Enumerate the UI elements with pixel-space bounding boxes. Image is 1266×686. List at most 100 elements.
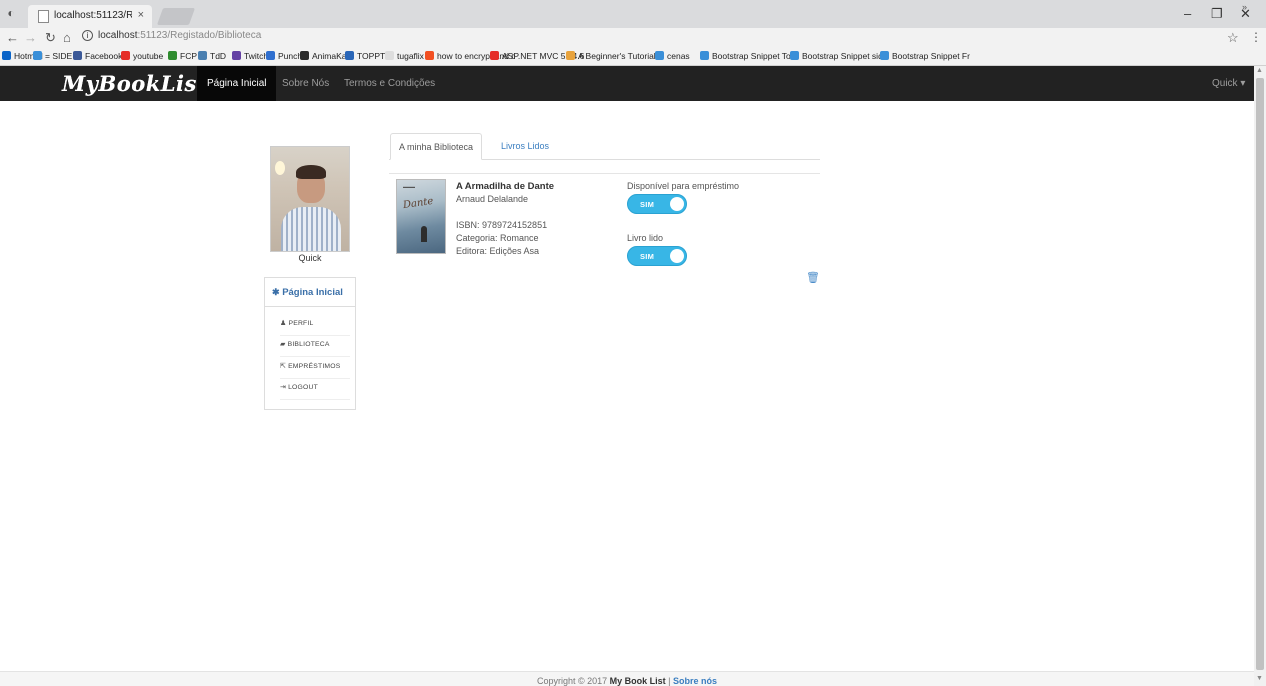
sidebar-item-emprestimos[interactable]: ⇱ EMPRÉSTIMOS [280,358,350,379]
bookmark-item[interactable]: Bootstrap Snippet Fr [880,51,970,61]
bookmark-favicon-icon [33,51,42,60]
sidebar-item-label: LOGOUT [288,384,318,391]
minimize-icon[interactable]: – [1184,6,1191,21]
reload-icon[interactable]: ↻ [45,30,56,46]
bookmark-item[interactable]: TdD [198,51,226,61]
scroll-down-icon[interactable]: ▼ [1256,675,1263,682]
nav-home[interactable]: Página Inicial [197,66,277,101]
tab-livros-lidos[interactable]: Livros Lidos [493,133,557,160]
book-cover[interactable]: ▬▬▬ Dante [396,179,446,254]
close-tab-icon[interactable]: × [138,9,144,21]
bookmark-item[interactable]: youtube [121,51,163,61]
bookmark-label: TdD [210,51,227,61]
bookmark-star-icon[interactable]: ☆ [1227,30,1239,46]
bookmark-favicon-icon [490,51,499,60]
bookmark-label: FCP [180,51,197,61]
incognito-icon: ◐ [7,6,15,20]
toggle-knob [670,249,684,263]
loan-available-toggle[interactable]: SIM [627,194,687,214]
footer-site-name: My Book List [609,676,666,686]
loan-toggle-text: SIM [640,200,655,209]
book-icon: ▰ [280,341,286,348]
home-icon: ✱ [272,287,280,297]
sidebar-heading[interactable]: ✱ Página Inicial [265,278,355,307]
url-path: :51123/Registado/Biblioteca [137,30,262,41]
bookmark-item[interactable]: Punch [266,51,302,61]
page-favicon-icon [38,10,49,23]
profile-photo [270,146,350,252]
bookmark-label: Punch [278,51,303,61]
bookmark-favicon-icon [655,51,664,60]
scroll-up-icon[interactable]: ▲ [1256,67,1263,74]
bookmark-item[interactable]: Twitch [232,51,268,61]
bookmarks-overflow-icon[interactable]: » [1242,2,1247,12]
site-navbar: MyBookList Página Inicial Sobre Nós Term… [0,66,1254,101]
bookmark-item[interactable]: Bootstrap Snippet To [700,51,791,61]
bookmark-label: A Beginner's Tutorial [578,51,656,61]
bookmark-favicon-icon [700,51,709,60]
url-field[interactable]: i localhost:51123/Registado/Biblioteca [82,30,261,41]
forward-icon[interactable]: → [24,30,37,45]
profile-name: Quick [298,253,322,263]
bookmark-item[interactable]: cenas [655,51,690,61]
bookmark-label: Bootstrap Snippet Fr [892,51,970,61]
footer-copyright: Copyright © 2017 [536,676,608,686]
bookmark-label: TOPPT [357,51,386,61]
maximize-icon[interactable]: ❐ [1211,6,1223,22]
sidebar-panel: ✱ Página Inicial ♟ PERFIL ▰ BIBLIOTECA ⇱ EM… [264,277,356,410]
delete-book-icon[interactable]: 🗑 [806,271,820,284]
sidebar-item-label: PERFIL [288,320,314,327]
logout-icon: ⇥ [280,384,287,391]
nav-about[interactable]: Sobre Nós [282,66,329,101]
bookmark-item[interactable]: Bootstrap Snippet sid [790,51,883,61]
sidebar-item-biblioteca[interactable]: ▰ BIBLIOTECA [280,336,350,357]
back-icon[interactable]: ← [6,30,19,45]
new-tab-button[interactable] [156,8,196,25]
footer-separator: | [668,676,671,686]
bookmark-item[interactable]: tugaflix [385,51,424,61]
book-title: A Armadilha de Dante [456,181,555,192]
book-isbn: ISBN: 9789724152851 [456,220,548,230]
share-icon: ⇱ [280,363,287,370]
info-icon[interactable]: i [82,30,93,41]
sidebar-item-perfil[interactable]: ♟ PERFIL [280,315,350,336]
toggle-knob [670,197,684,211]
bookmark-label: cenas [667,51,690,61]
user-menu-dropdown[interactable]: Quick ▾ [1212,66,1245,101]
home-icon[interactable]: ⌂ [63,30,71,45]
bookmark-item[interactable]: TOPPT [345,51,385,61]
bookmark-label: Twitch [244,51,269,61]
bookmark-item[interactable]: FCP [168,51,197,61]
bookmark-favicon-icon [266,51,275,60]
tab-minha-biblioteca[interactable]: A minha Biblioteca [390,133,483,160]
sidebar-item-label: BIBLIOTECA [287,341,330,348]
bookmark-favicon-icon [73,51,82,60]
bookmark-favicon-icon [168,51,177,60]
browser-tab-strip: ◐ localhost:51123/Registad × – ❐ ✕ [0,0,1266,28]
bookmark-favicon-icon [880,51,889,60]
book-read-toggle[interactable]: SIM [627,246,687,266]
read-toggle-text: SIM [640,252,655,261]
browser-tab[interactable]: localhost:51123/Registad × [28,5,152,28]
bookmark-label: AnimaKai [312,51,349,61]
bookmark-item[interactable]: A Beginner's Tutorial [566,51,656,61]
bookmark-favicon-icon [790,51,799,60]
loan-available-label: Disponível para empréstimo [627,181,740,191]
site-logo[interactable]: MyBookList [62,71,207,96]
book-publisher: Editora: Edições Asa [456,246,540,256]
bookmark-label: tugaflix [397,51,424,61]
nav-terms[interactable]: Termos e Condições [344,66,435,101]
bookmark-item[interactable]: Facebook [73,51,122,61]
footer-about-link[interactable]: Sobre nós [673,676,717,686]
bookmark-favicon-icon [198,51,207,60]
bookmark-item[interactable]: AnimaKai [300,51,348,61]
sidebar-item-logout[interactable]: ⇥ LOGOUT [280,379,350,400]
bookmark-favicon-icon [425,51,434,60]
scrollbar-thumb[interactable] [1256,78,1264,670]
bookmark-favicon-icon [345,51,354,60]
address-bar: ← → ↻ ⌂ i localhost:51123/Registado/Bibli… [0,28,1266,48]
book-category: Categoria: Romance [456,233,539,243]
browser-menu-icon[interactable]: ⋮ [1250,30,1262,44]
bookmark-favicon-icon [300,51,309,60]
url-host: localhost [98,30,138,41]
